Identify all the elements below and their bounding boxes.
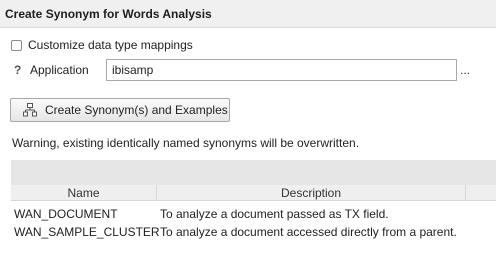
column-header-name[interactable]: Name	[11, 186, 156, 200]
column-header-description[interactable]: Description	[157, 186, 465, 200]
overwrite-warning: Warning, existing identically named syno…	[12, 136, 360, 150]
customize-mappings-option[interactable]: Customize data type mappings	[11, 38, 193, 52]
customize-mappings-checkbox[interactable]	[11, 39, 22, 51]
customize-mappings-label[interactable]: Customize data type mappings	[28, 38, 193, 52]
table-row[interactable]: WAN_DOCUMENT To analyze a document passe…	[11, 205, 496, 223]
browse-application-button[interactable]: ...	[460, 63, 470, 77]
create-synonym-panel: Create Synonym for Words Analysis Custom…	[0, 0, 496, 262]
create-synonyms-button[interactable]: Create Synonym(s) and Examples	[10, 98, 230, 122]
application-input[interactable]	[106, 59, 457, 81]
help-icon[interactable]: ?	[14, 63, 21, 77]
panel-header: Create Synonym for Words Analysis	[0, 0, 496, 28]
table-row[interactable]: WAN_SAMPLE_CLUSTER To analyze a document…	[11, 223, 496, 241]
hierarchy-icon	[23, 103, 37, 117]
row-name: WAN_SAMPLE_CLUSTER	[14, 225, 160, 239]
panel-title: Create Synonym for Words Analysis	[5, 7, 212, 21]
application-label: Application	[30, 63, 89, 77]
table-header: Name Description	[11, 185, 496, 201]
table-toolbar	[11, 160, 496, 185]
column-divider[interactable]	[465, 185, 466, 201]
create-synonyms-button-label: Create Synonym(s) and Examples	[45, 103, 228, 117]
row-name: WAN_DOCUMENT	[14, 207, 118, 221]
row-description: To analyze a document accessed directly …	[160, 225, 457, 239]
synonyms-table: Name Description WAN_DOCUMENT To analyze…	[11, 160, 496, 262]
row-description: To analyze a document passed as TX field…	[160, 207, 389, 221]
